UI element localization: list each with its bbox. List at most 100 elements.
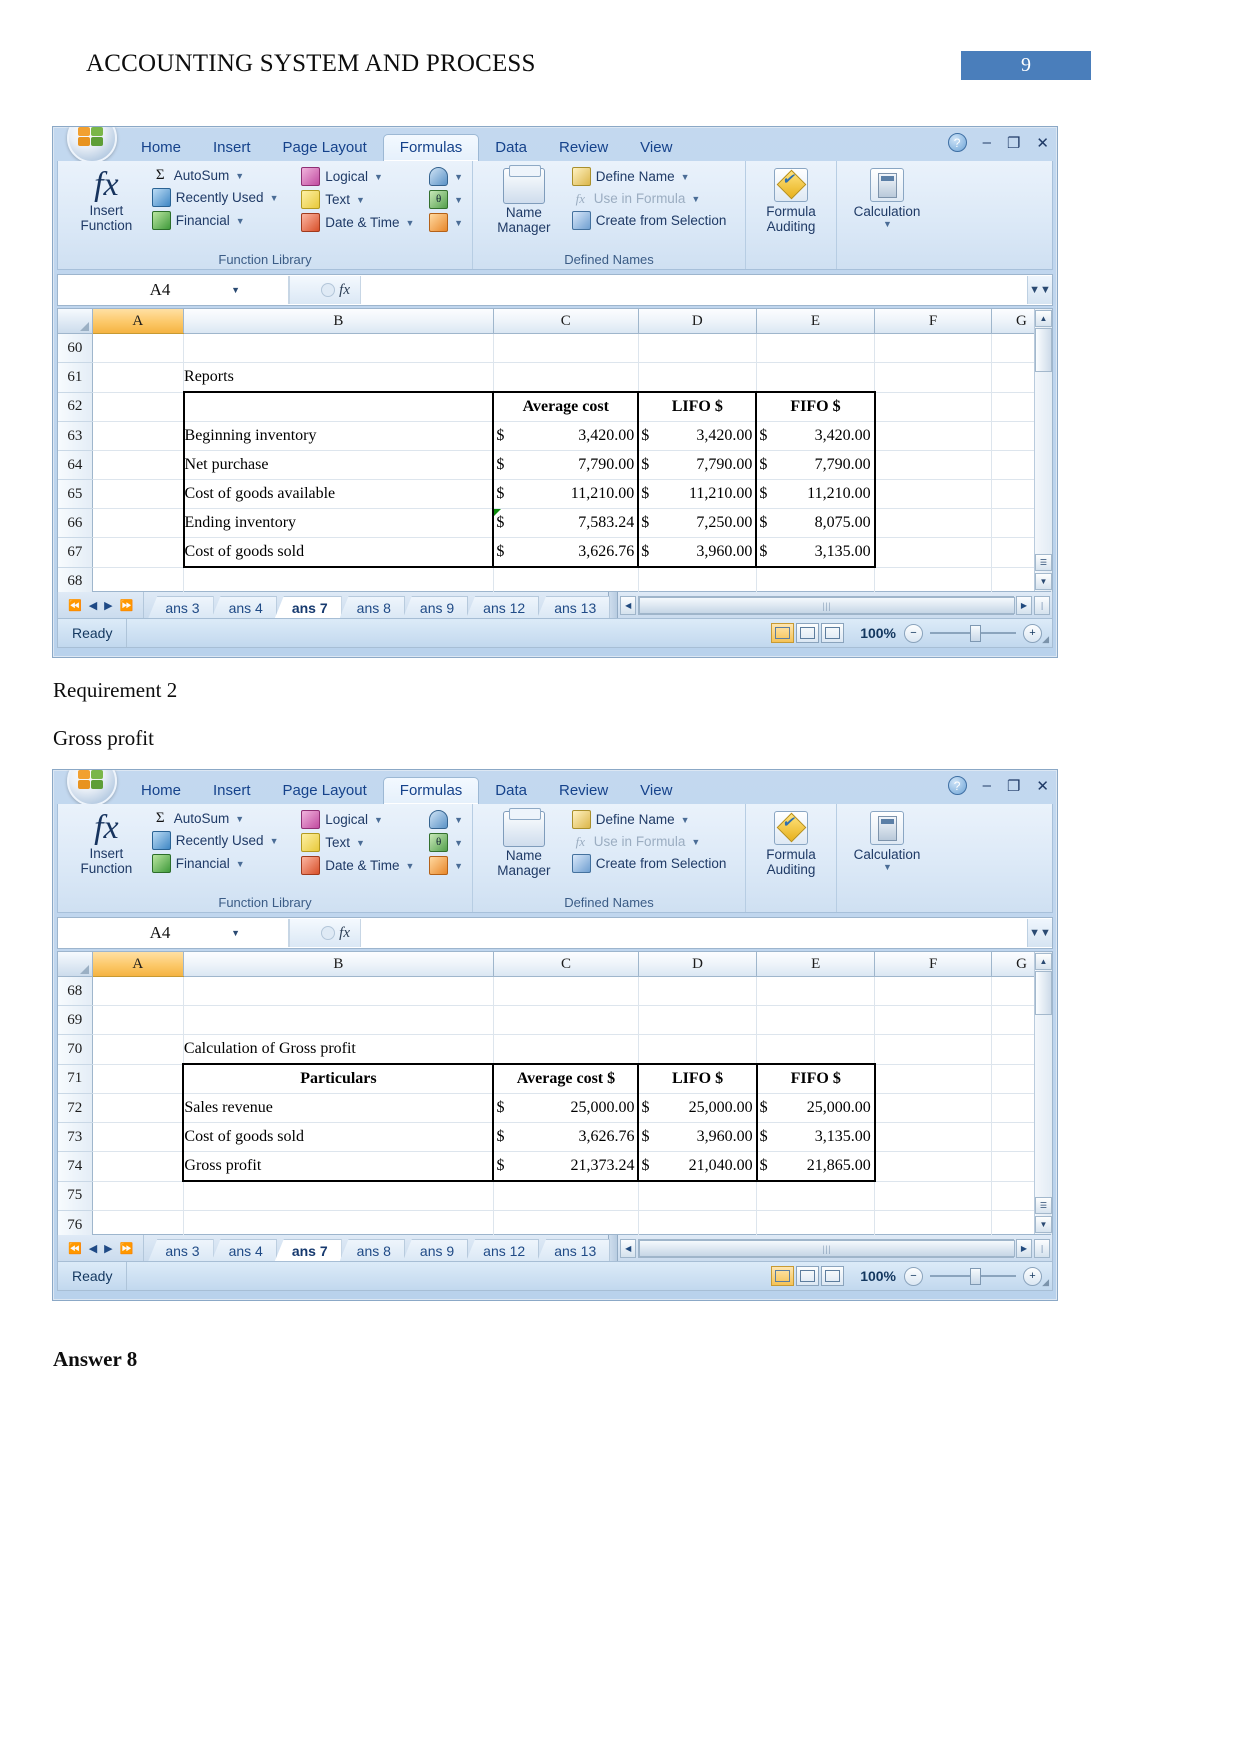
chevron-down-icon[interactable]: ▼ <box>374 815 383 825</box>
recently-used-button[interactable]: Recently Used ▼ <box>149 187 298 208</box>
sheet-tabs-2[interactable]: ans 3 ans 4 ans 7 ans 8 ans 9 ans 12 ans… <box>144 1235 611 1261</box>
column-header-c[interactable]: C <box>493 952 639 977</box>
table-row[interactable]: 64 Net purchase $7,790.00 $7,790.00 $7,7… <box>58 450 1053 480</box>
zoom-slider-thumb[interactable] <box>970 625 981 642</box>
cell-ending-inventory-lifo[interactable]: $7,250.00 <box>638 508 758 538</box>
column-header-b[interactable]: B <box>183 952 494 977</box>
text-button[interactable]: Text ▼ <box>298 832 426 853</box>
chevron-down-icon[interactable]: ▼ <box>406 218 415 228</box>
column-header-b[interactable]: B <box>183 309 494 334</box>
prev-sheet-icon[interactable]: ◀ <box>89 599 97 612</box>
ribbon-tab-formulas[interactable]: Formulas <box>382 134 480 161</box>
select-all-corner[interactable] <box>58 952 93 977</box>
window-controls-1[interactable]: ? – ❐ ✕ <box>947 133 1049 152</box>
restore-icon[interactable]: ❐ <box>1007 777 1020 795</box>
formula-bar-buttons[interactable]: fx <box>289 919 361 947</box>
row-header-66[interactable]: 66 <box>58 508 93 538</box>
insert-function-button[interactable]: fx Insert Function <box>64 164 149 235</box>
row-header-67[interactable]: 67 <box>58 537 93 568</box>
page-break-view-icon[interactable] <box>821 623 845 643</box>
chevron-down-icon[interactable]: ▼ <box>454 838 463 848</box>
cell-cost-goods-sold-avg[interactable]: $3,626.76 <box>493 537 640 568</box>
column-header-a[interactable]: A <box>92 952 184 977</box>
scroll-grip-icon[interactable]: ☰ <box>1035 1197 1052 1214</box>
more-functions-button[interactable]: ▼ <box>426 855 466 876</box>
expand-formula-bar-icon[interactable]: ▼▼ <box>1027 276 1052 304</box>
cell-sales-revenue-avg[interactable]: $25,000.00 <box>493 1093 640 1123</box>
hscroll-thumb[interactable]: ||| <box>639 596 1015 614</box>
cell-cost-goods-sold-lifo[interactable]: $3,960.00 <box>638 537 758 568</box>
financial-button[interactable]: Financial ▼ <box>149 853 298 874</box>
row-header-62[interactable]: 62 <box>58 392 93 422</box>
last-sheet-icon[interactable]: ⏩ <box>120 1242 134 1255</box>
minimize-icon[interactable]: – <box>983 777 991 794</box>
recently-used-button[interactable]: Recently Used ▼ <box>149 830 298 851</box>
ribbon-tab-home[interactable]: Home <box>125 778 197 804</box>
table-row[interactable]: 72 Sales revenue $25,000.00 $25,000.00 $… <box>58 1093 1053 1123</box>
row-header-70[interactable]: 70 <box>58 1034 93 1065</box>
cell-cogs-label[interactable]: Cost of goods sold <box>182 1122 495 1152</box>
name-manager-button[interactable]: Name Manager <box>479 807 569 880</box>
cell-header-average-cost[interactable]: Average cost <box>493 391 640 422</box>
create-from-selection-button[interactable]: Create from Selection <box>569 210 739 231</box>
cell-header-particulars[interactable]: Particulars <box>182 1063 495 1094</box>
sheet-tab-ans-4[interactable]: ans 4 <box>211 1239 277 1261</box>
cell-cost-goods-sold-label[interactable]: Cost of goods sold <box>182 537 495 568</box>
ribbon-tab-review[interactable]: Review <box>543 135 624 161</box>
first-sheet-icon[interactable]: ⏪ <box>68 1242 82 1255</box>
sheet-row[interactable]: 62 Average cost LIFO $ FIFO $ <box>58 391 1053 422</box>
sheet-tab-ans-12[interactable]: ans 12 <box>466 596 540 618</box>
cancel-icon[interactable] <box>321 926 336 940</box>
select-all-corner[interactable] <box>58 309 93 334</box>
cell-header-lifo[interactable]: LIFO $ <box>638 391 758 422</box>
zoom-in-icon[interactable]: + <box>1023 623 1042 643</box>
column-header-a[interactable]: A <box>92 309 185 334</box>
close-icon[interactable]: ✕ <box>1036 777 1049 795</box>
cell-header-fifo[interactable]: FIFO $ <box>756 391 876 422</box>
lookup-reference-button[interactable]: ▼ <box>426 809 466 830</box>
ribbon-tab-page-layout[interactable]: Page Layout <box>267 135 383 161</box>
sheet-table-1[interactable]: A B C D E F G 60 61 Reports 62 Average c… <box>58 309 1053 597</box>
sheet-tab-ans-9[interactable]: ans 9 <box>402 596 469 618</box>
chevron-down-icon[interactable]: ▼ <box>681 815 690 825</box>
cell-gross-profit-avg[interactable]: $21,373.24 <box>493 1151 640 1182</box>
table-row[interactable]: 67 Cost of goods sold $3,626.76 $3,960.0… <box>58 537 1053 568</box>
chevron-down-icon[interactable]: ▼ <box>270 836 279 846</box>
name-box[interactable]: A4 ▼ <box>58 276 289 304</box>
close-icon[interactable]: ✕ <box>1036 134 1049 152</box>
row-header-60[interactable]: 60 <box>58 333 93 363</box>
chevron-down-icon[interactable]: ▼ <box>356 838 365 848</box>
define-name-button[interactable]: Define Name ▼ <box>569 166 739 187</box>
scroll-thumb[interactable] <box>1035 328 1052 372</box>
cell-gross-profit-label[interactable]: Gross profit <box>182 1151 495 1182</box>
sheet-row[interactable]: 60 <box>58 333 1053 363</box>
ribbon-tabs-2[interactable]: Home Insert Page Layout Formulas Data Re… <box>125 776 688 804</box>
cell-sales-revenue-lifo[interactable]: $25,000.00 <box>638 1093 758 1123</box>
zoom-in-icon[interactable]: + <box>1023 1266 1042 1286</box>
next-sheet-icon[interactable]: ▶ <box>104 599 112 612</box>
zoom-out-icon[interactable]: − <box>904 623 923 643</box>
chevron-down-icon[interactable]: ▼ <box>236 859 245 869</box>
cell-header-blank[interactable] <box>182 391 495 422</box>
scroll-up-icon[interactable]: ▲ <box>1035 953 1052 970</box>
row-header-75[interactable]: 75 <box>58 1181 93 1211</box>
chevron-down-icon[interactable]: ▼ <box>356 195 365 205</box>
prev-sheet-icon[interactable]: ◀ <box>89 1242 97 1255</box>
column-header-f[interactable]: F <box>874 309 992 334</box>
office-button-icon[interactable] <box>67 127 117 163</box>
chevron-down-icon[interactable]: ▼ <box>454 172 463 182</box>
chevron-down-icon[interactable]: ▼ <box>270 193 279 203</box>
sheet-nav-buttons-2[interactable]: ⏪ ◀ ▶ ⏩ <box>58 1235 145 1261</box>
ribbon-tab-page-layout[interactable]: Page Layout <box>267 778 383 804</box>
chevron-down-icon[interactable]: ▼ <box>883 862 892 872</box>
cell-net-purchase-fifo[interactable]: $7,790.00 <box>756 450 876 480</box>
lookup-reference-button[interactable]: ▼ <box>426 166 466 187</box>
sheet-tab-ans-3[interactable]: ans 3 <box>148 596 214 618</box>
table-row[interactable]: 66 Ending inventory $7,583.24 $7,250.00 … <box>58 508 1053 538</box>
create-from-selection-button[interactable]: Create from Selection <box>569 853 739 874</box>
math-trig-button[interactable]: θ ▼ <box>426 832 466 853</box>
excel-window-gross-profit[interactable]: Home Insert Page Layout Formulas Data Re… <box>52 769 1058 1301</box>
cell-ending-inventory-label[interactable]: Ending inventory <box>182 508 495 538</box>
cell-cogs-fifo[interactable]: $3,135.00 <box>756 1122 876 1152</box>
chevron-down-icon[interactable]: ▼ <box>454 815 463 825</box>
